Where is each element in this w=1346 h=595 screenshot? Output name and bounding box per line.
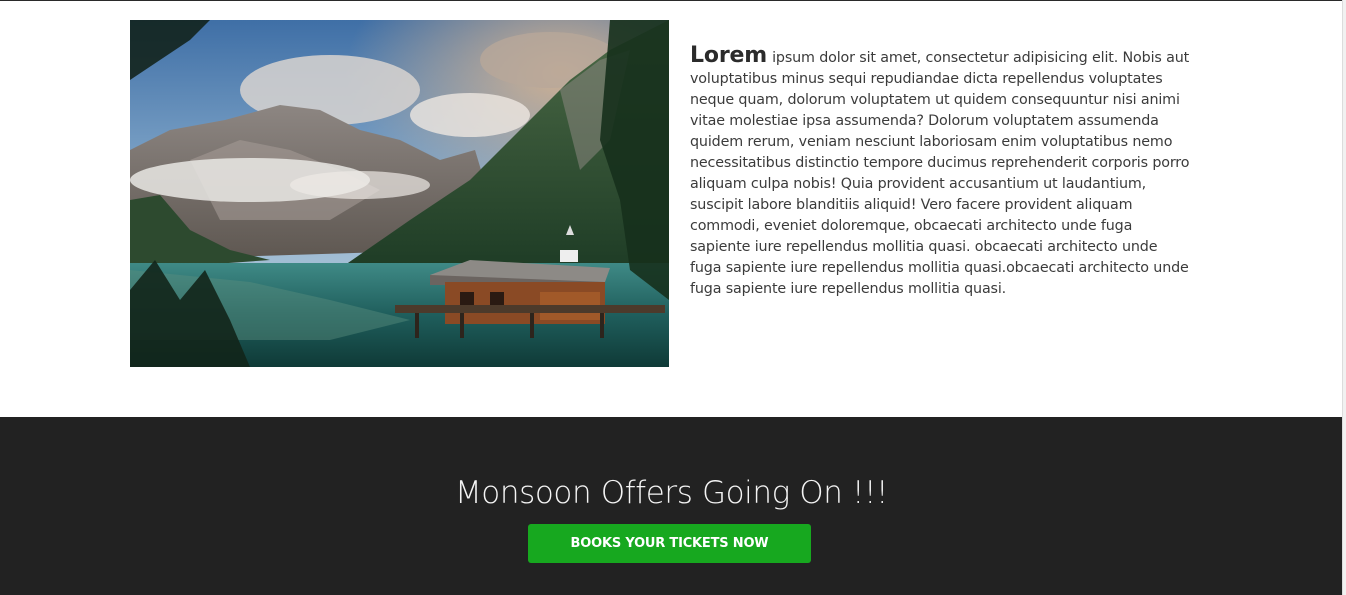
mountain-lake-photo [130, 20, 669, 367]
about-text: Lorem ipsum dolor sit amet, consectetur a… [690, 45, 1190, 300]
lead-word: Lorem [690, 43, 768, 68]
about-body: ipsum dolor sit amet, consectetur adipis… [690, 50, 1190, 297]
offer-title: Monsoon Offers Going On !!! [454, 475, 889, 511]
page: Lorem ipsum dolor sit amet, consectetur a… [0, 0, 1346, 595]
book-tickets-button[interactable]: BOOKS YOUR TICKETS NOW [528, 524, 811, 563]
scrollbar[interactable] [1342, 0, 1346, 595]
offer-banner: Monsoon Offers Going On !!! BOOKS YOUR T… [0, 417, 1343, 595]
about-section: Lorem ipsum dolor sit amet, consectetur a… [0, 1, 1343, 417]
